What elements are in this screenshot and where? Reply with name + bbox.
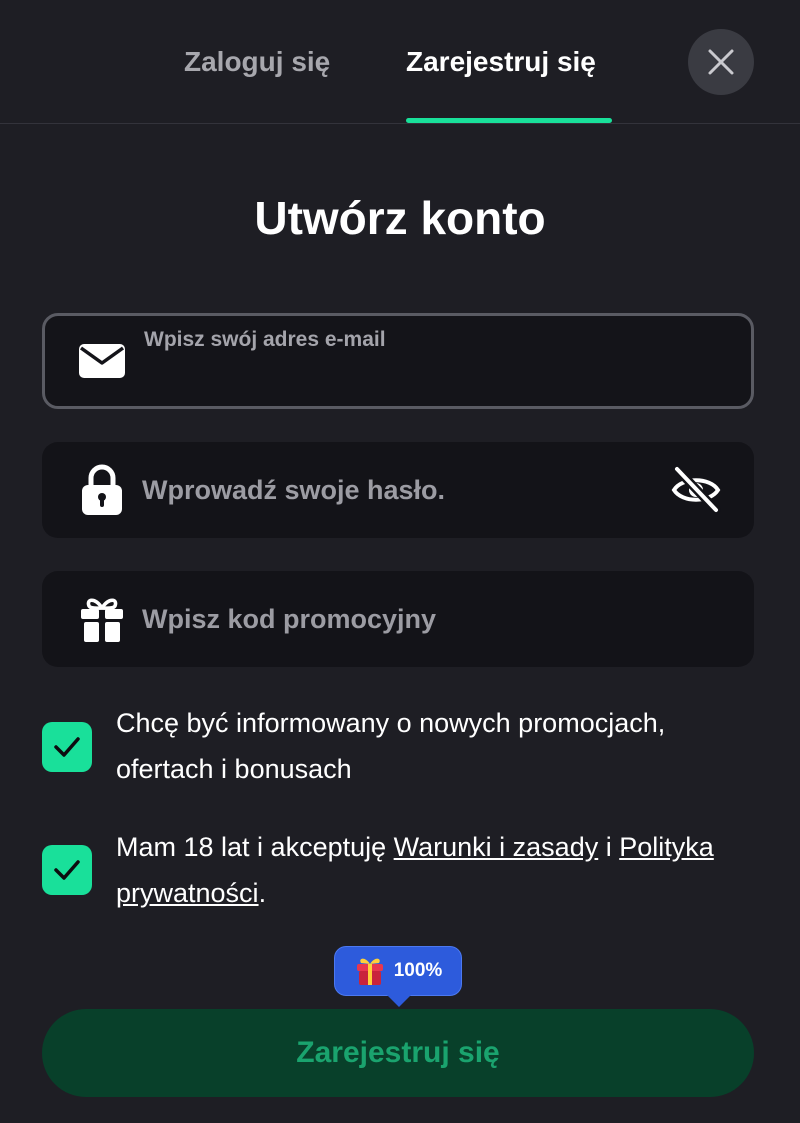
register-submit-button[interactable]: Zarejestruj się <box>42 1009 754 1097</box>
envelope-icon <box>78 337 126 385</box>
toggle-password-visibility[interactable] <box>670 464 722 516</box>
terms-suffix: . <box>258 878 267 908</box>
tab-login[interactable]: Zaloguj się <box>184 40 330 84</box>
checkmark-icon <box>54 737 80 757</box>
terms-prefix: Mam 18 lat i akceptuję <box>116 832 394 862</box>
terms-middle: i <box>598 832 620 862</box>
lock-icon <box>78 464 126 515</box>
auth-tabs: Zaloguj się Zarejestruj się <box>0 0 800 124</box>
terms-checkbox[interactable] <box>42 845 92 895</box>
gift-box-icon <box>356 958 383 985</box>
newsletter-checkbox[interactable] <box>42 722 92 772</box>
email-field[interactable]: Wpisz swój adres e-mail <box>42 313 754 409</box>
bonus-percentage: 100% <box>393 960 443 981</box>
active-tab-indicator <box>406 118 612 123</box>
page-title: Utwórz konto <box>254 192 546 244</box>
terms-link[interactable]: Warunki i zasady <box>394 832 599 862</box>
password-field[interactable] <box>42 442 754 538</box>
bonus-badge: 100% <box>334 946 462 1007</box>
close-button[interactable] <box>688 29 754 95</box>
tab-register[interactable]: Zarejestruj się <box>406 40 596 84</box>
promo-code-input[interactable] <box>142 571 662 667</box>
terms-consent-text: Mam 18 lat i akceptuję Warunki i zasady … <box>116 824 736 916</box>
close-icon <box>708 49 734 75</box>
promo-code-field[interactable] <box>42 571 754 667</box>
email-input[interactable] <box>145 346 665 406</box>
badge-pointer <box>387 995 411 1007</box>
newsletter-consent-text: Chcę być informowany o nowych promocjach… <box>116 708 666 784</box>
checkmark-icon <box>54 860 80 880</box>
eye-slash-icon <box>671 464 721 515</box>
password-input[interactable] <box>142 442 662 538</box>
gift-icon <box>78 595 126 643</box>
